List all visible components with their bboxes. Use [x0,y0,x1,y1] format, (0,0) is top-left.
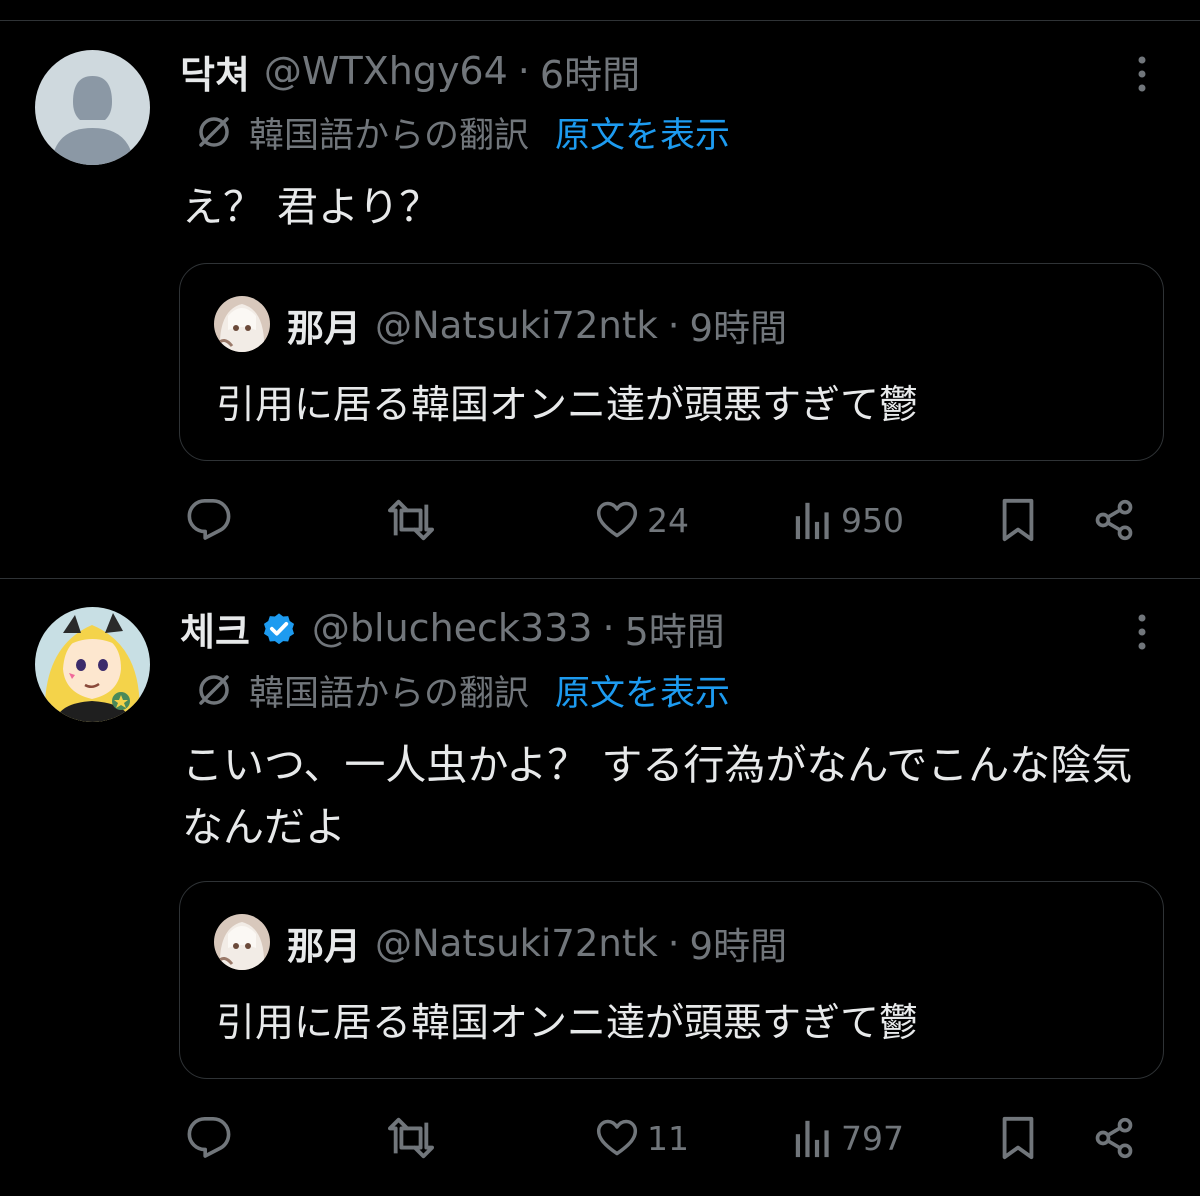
like-button[interactable]: 11 [595,1108,689,1168]
views-bar-chart-icon [795,502,829,540]
more-vertical-icon[interactable] [1130,52,1154,96]
translation-label: 韓国語からの翻訳 [249,115,530,156]
quoted-timestamp: 9時間 [689,307,788,350]
more-vertical-icon[interactable] [1130,610,1154,654]
bookmark-icon [1002,1116,1034,1160]
view-count: 797 [841,1118,904,1158]
retweet-icon [387,499,434,541]
separator: · [602,606,615,650]
quoted-tweet[interactable]: 那月 @Natsuki72ntk · 9時間 引用に居る韓国オンニ達が頭悪すぎて… [179,263,1164,461]
action-bar: 24 950 [0,490,1200,550]
view-count: 950 [841,500,904,540]
globe-slash-icon [199,675,229,705]
heart-icon [596,1119,638,1156]
user-handle[interactable]: @blucheck333 [312,606,593,650]
like-button[interactable]: 24 [595,490,689,550]
user-handle[interactable]: @WTXhgy64 [264,49,508,93]
quoted-user-handle: @Natsuki72ntk [375,303,658,347]
quoted-display-name: 那月 [287,925,361,968]
tweet-text: え？ 君より？ [182,183,441,231]
verified-badge-icon[interactable] [260,609,298,647]
reply-icon [187,1117,231,1158]
display-name[interactable]: 체크 [180,601,250,656]
quoted-header: 那月 @Natsuki72ntk · 9時間 [287,300,788,351]
display-name[interactable]: 닥쳐 [180,44,250,99]
quoted-separator: · [667,921,680,965]
share-icon [1095,1117,1133,1159]
illustrated-avatar-image [35,607,150,722]
action-bar: 11 797 [0,1108,1200,1168]
bookmark-button[interactable] [998,1108,1038,1168]
timestamp[interactable]: 5時間 [625,601,725,656]
translation-bar: 韓国語からの翻訳 原文を表示 [195,110,730,156]
timestamp[interactable]: 6時間 [540,44,640,99]
quoted-timestamp: 9時間 [689,925,788,968]
avatar-default[interactable] [35,50,150,165]
reply-button[interactable] [186,1108,240,1168]
translation-bar: 韓国語からの翻訳 原文を表示 [195,668,730,714]
heart-icon [596,501,638,538]
share-icon [1095,499,1133,541]
translation-label: 韓国語からの翻訳 [249,673,530,714]
tweet-divider [0,578,1200,579]
tweet-header: 체크 @blucheck333 · 5時間 [180,601,725,656]
like-count: 24 [647,500,689,540]
tweet-header: 닥쳐 @WTXhgy64 · 6時間 [180,44,640,99]
show-original-link[interactable]: 原文を表示 [555,107,730,158]
quoted-text: 引用に居る韓国オンニ達が頭悪すぎて鬱 [216,383,919,428]
share-button[interactable] [1092,490,1136,550]
bookmark-button[interactable] [998,490,1038,550]
quoted-text: 引用に居る韓国オンニ達が頭悪すぎて鬱 [216,1001,919,1046]
separator: · [517,49,530,93]
tweet-text: こいつ、一人虫かよ？ する行為がなんでこんな陰気なんだよ [182,741,1133,851]
quoted-header: 那月 @Natsuki72ntk · 9時間 [287,918,788,969]
quoted-separator: · [667,303,680,347]
reply-icon [187,499,231,540]
views-button[interactable]: 950 [793,490,904,550]
quoted-display-name: 那月 [287,307,361,350]
default-profile-icon [35,50,150,165]
top-divider [0,20,1200,21]
avatar-illustrated[interactable] [35,607,150,722]
globe-slash-icon [199,117,229,147]
like-count: 11 [647,1118,689,1158]
retweet-icon [387,1117,434,1159]
quoted-user-handle: @Natsuki72ntk [375,921,658,965]
quoted-tweet[interactable]: 那月 @Natsuki72ntk · 9時間 引用に居る韓国オンニ達が頭悪すぎて… [179,881,1164,1079]
reply-button[interactable] [186,490,240,550]
quoted-avatar-image [214,296,270,352]
quoted-avatar [214,914,270,970]
show-original-link[interactable]: 原文を表示 [555,665,730,716]
bookmark-icon [1002,498,1034,542]
retweet-button[interactable] [386,490,444,550]
quoted-avatar [214,296,270,352]
share-button[interactable] [1092,1108,1136,1168]
quoted-avatar-image [214,914,270,970]
retweet-button[interactable] [386,1108,444,1168]
views-button[interactable]: 797 [793,1108,904,1168]
views-bar-chart-icon [795,1120,829,1158]
